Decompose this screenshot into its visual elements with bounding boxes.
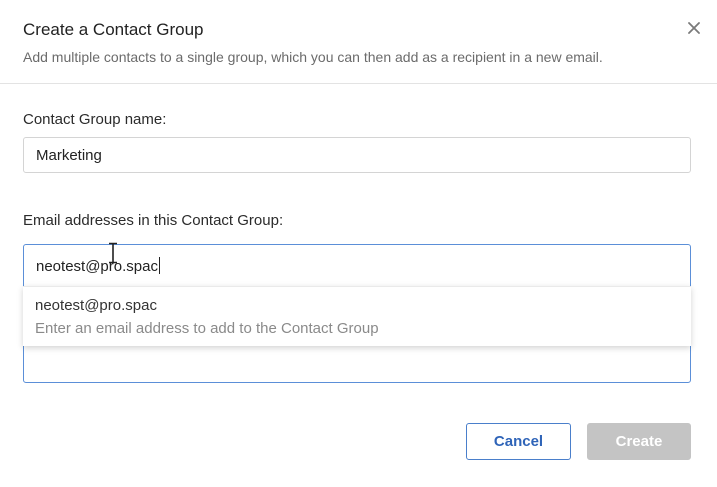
email-suggestion-item[interactable]: neotest@pro.spac Enter an email address … xyxy=(23,286,691,346)
text-caret xyxy=(158,257,160,274)
suggestion-email: neotest@pro.spac xyxy=(35,297,157,314)
email-input-text: neotest@pro.spac xyxy=(36,257,160,275)
dialog-subtitle: Add multiple contacts to a single group,… xyxy=(23,49,603,65)
close-icon xyxy=(688,22,700,34)
dialog-title: Create a Contact Group xyxy=(23,20,204,39)
cancel-button[interactable]: Cancel xyxy=(466,423,571,460)
group-name-value: Marketing xyxy=(36,146,102,164)
close-button[interactable] xyxy=(684,18,704,38)
group-name-label: Contact Group name: xyxy=(23,111,167,128)
group-name-input[interactable]: Marketing xyxy=(23,137,691,173)
dialog-header: Create a Contact Group Add multiple cont… xyxy=(0,0,717,84)
create-button[interactable]: Create xyxy=(587,423,691,460)
suggestion-hint: Enter an email address to add to the Con… xyxy=(35,320,379,337)
email-addresses-label: Email addresses in this Contact Group: xyxy=(23,212,284,229)
text-cursor-icon xyxy=(109,242,117,264)
create-contact-group-dialog: Create a Contact Group Add multiple cont… xyxy=(0,0,717,487)
email-input-value: neotest@pro.spac xyxy=(36,258,158,275)
